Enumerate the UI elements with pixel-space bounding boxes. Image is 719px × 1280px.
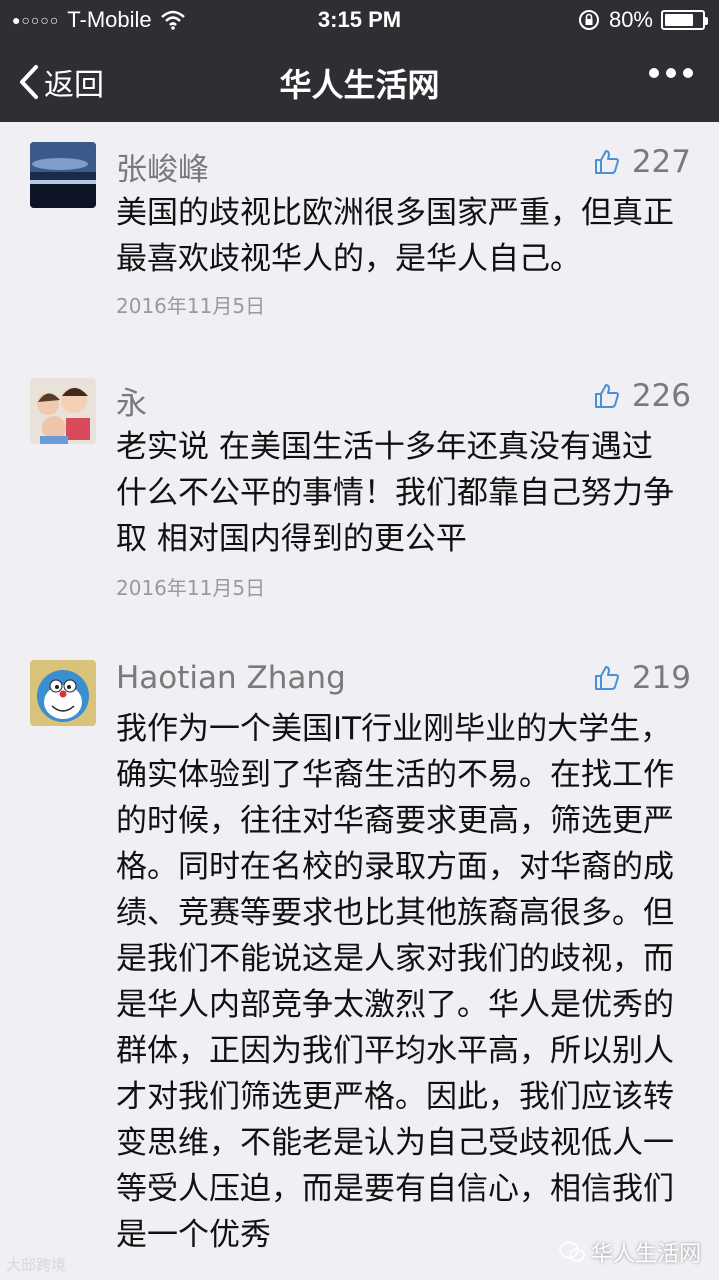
like-count: 219 [631,660,691,696]
more-button[interactable] [649,68,693,78]
avatar[interactable] [30,378,96,444]
more-dot-icon [666,68,676,78]
like-count: 226 [631,378,691,414]
like-button[interactable]: 219 [594,660,691,696]
avatar-image [30,660,96,726]
thumbs-up-icon [594,150,619,174]
nav-bar: 返回 华人生活网 [0,40,719,122]
top-bar: ●○○○○ T-Mobile 3:15 PM 80% 返回 华人生活网 [0,0,719,122]
like-button[interactable]: 226 [594,378,691,414]
avatar-image [30,142,96,208]
comment-text: 美国的歧视比欧洲很多国家严重，但真正最喜欢歧视华人的，是华人自己。 [116,195,674,277]
like-count: 227 [631,144,691,180]
page-title: 华人生活网 [279,66,440,104]
comment-date: 2016年11月5日 [116,576,266,600]
comment-date: 2016年11月5日 [116,294,266,318]
watermark-left: 大邸跨境 [6,1256,67,1274]
thumbs-up-icon [594,666,619,690]
battery-icon [661,10,708,30]
avatar[interactable] [30,660,96,726]
avatar[interactable] [30,142,96,208]
battery-percent: 80% [608,7,653,32]
more-dot-icon [649,68,659,78]
status-bar: ●○○○○ T-Mobile 3:15 PM 80% [0,0,719,40]
like-button[interactable]: 227 [594,144,691,180]
rotation-lock-icon [578,10,599,30]
commenter-name[interactable]: 张峻峰 [116,144,209,189]
comment-text: 老实说 在美国生活十多年还真没有遇过什么不公平的事情！我们都靠自己努力争取 相对… [116,429,674,557]
commenter-name[interactable]: Haotian Zhang [116,660,346,696]
watermark-right-label: 华人生活网 [590,1242,701,1267]
comment-text: 我作为一个美国IT行业刚毕业的大学生，确实体验到了华裔生活的不易。在找工作的时候… [116,711,674,1253]
more-dot-icon [683,68,693,78]
avatar-image [30,378,96,444]
watermark-right: 华人生活网 [559,1236,701,1268]
commenter-name[interactable]: 永 [116,378,147,423]
wechat-icon [559,1241,585,1262]
thumbs-up-icon [594,384,619,408]
